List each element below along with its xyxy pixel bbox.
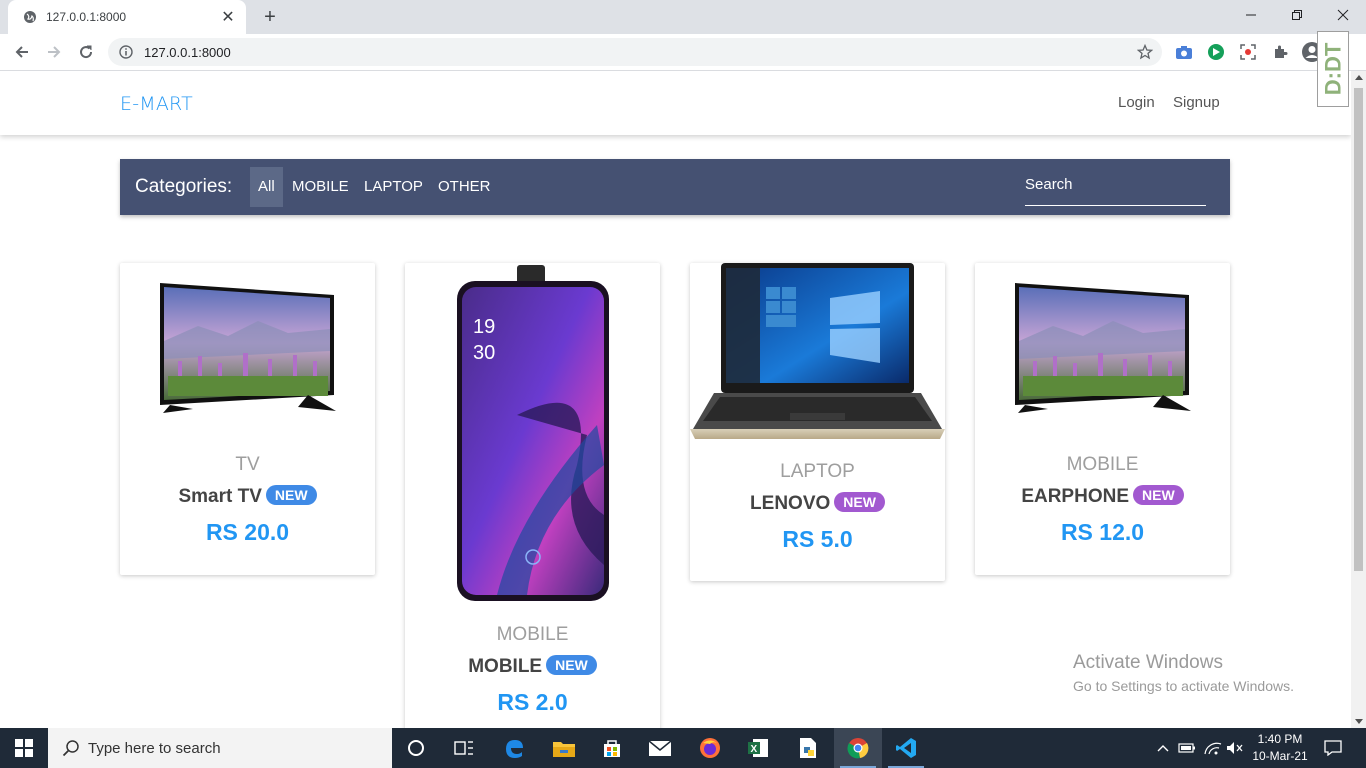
product-name: MOBILE	[468, 656, 543, 677]
reload-icon[interactable]	[72, 38, 100, 66]
product-name-row: Smart TV NEW	[120, 484, 375, 508]
product-category: MOBILE	[496, 624, 569, 645]
chrome-icon[interactable]	[834, 728, 882, 768]
product-price: RS 2.0	[497, 689, 568, 715]
product-category: MOBILE	[1066, 454, 1139, 475]
login-link[interactable]: Login	[1118, 94, 1155, 111]
tv-image[interactable]	[1013, 281, 1195, 421]
close-window-icon[interactable]	[1320, 0, 1366, 30]
watermark-title: Activate Windows	[1073, 652, 1223, 673]
url-text: 127.0.0.1:8000	[144, 44, 231, 60]
search-icon	[62, 740, 79, 757]
product-card[interactable]: LAPTOP LENOVO NEW RS 5.0	[690, 263, 945, 581]
product-category: TV	[235, 454, 260, 475]
laptop-image[interactable]	[690, 263, 945, 446]
search-input[interactable]	[1025, 176, 1206, 193]
site-navbar: E-MART Login Signup	[0, 71, 1351, 135]
product-card[interactable]: MOBILE EARPHONE NEW RS 12.0	[975, 263, 1230, 575]
scrollbar-thumb[interactable]	[1354, 88, 1363, 571]
category-mobile[interactable]: MOBILE	[284, 167, 357, 207]
category-laptop[interactable]: LAPTOP	[356, 167, 431, 207]
page-viewport: E-MART Login Signup Categories: All MOBI…	[0, 71, 1351, 728]
ddt-extension-badge[interactable]: D:DT	[1317, 31, 1349, 107]
scroll-down-icon[interactable]	[1355, 719, 1363, 724]
browser-tabstrip: 127.0.0.1:8000 ✕ +	[0, 0, 1366, 34]
activate-windows-watermark: Activate Windows Go to Settings to activ…	[1073, 652, 1294, 694]
taskbar-search-placeholder: Type here to search	[88, 739, 221, 757]
windows-start-icon[interactable]	[0, 728, 48, 768]
taskbar-search[interactable]: Type here to search	[48, 728, 392, 768]
windows-taskbar: Type here to search X 1:40 PM 10-Mar-21	[0, 728, 1366, 768]
restore-icon[interactable]	[1274, 0, 1320, 30]
forward-icon[interactable]	[40, 38, 68, 66]
address-bar[interactable]: 127.0.0.1:8000	[108, 38, 1162, 66]
wifi-icon[interactable]	[1202, 728, 1224, 768]
bookmark-star-icon[interactable]	[1136, 43, 1154, 61]
new-badge: NEW	[834, 491, 885, 512]
svg-text:19: 19	[473, 316, 495, 338]
clock-date: 10-Mar-21	[1252, 749, 1308, 763]
product-name-row: MOBILE NEW	[405, 654, 660, 678]
edge-icon[interactable]	[490, 728, 538, 768]
tv-image[interactable]	[158, 281, 340, 421]
product-card[interactable]: TV Smart TV NEW RS 20.0	[120, 263, 375, 575]
taskbar-clock[interactable]: 1:40 PM 10-Mar-21	[1244, 731, 1316, 765]
search-box	[1025, 174, 1206, 206]
ddt-label: D:DT	[1320, 42, 1346, 96]
category-all[interactable]: All	[250, 167, 283, 207]
excel-icon[interactable]: X	[734, 728, 782, 768]
brand-logo[interactable]: E-MART	[120, 93, 193, 115]
python-file-icon[interactable]	[784, 728, 832, 768]
page-scrollbar[interactable]	[1351, 71, 1366, 728]
product-name: Smart TV	[178, 486, 262, 507]
mail-icon[interactable]	[636, 728, 684, 768]
show-hidden-icons-icon[interactable]	[1154, 728, 1172, 768]
notifications-icon[interactable]	[1318, 728, 1348, 768]
minimize-icon[interactable]	[1228, 0, 1274, 30]
browser-toolbar: 127.0.0.1:8000	[0, 34, 1366, 71]
grammar-extension-icon[interactable]	[1206, 42, 1226, 62]
product-category: LAPTOP	[780, 461, 855, 482]
phone-image[interactable]: 19 30	[457, 265, 609, 606]
category-bar: Categories: All MOBILE LAPTOP OTHER	[120, 159, 1230, 215]
file-explorer-icon[interactable]	[540, 728, 588, 768]
screen-capture-icon[interactable]	[1238, 42, 1258, 62]
firefox-icon[interactable]	[686, 728, 734, 768]
camera-extension-icon[interactable]	[1174, 42, 1194, 62]
browser-tab[interactable]: 127.0.0.1:8000 ✕	[8, 0, 246, 34]
product-price: RS 20.0	[205, 519, 290, 545]
new-badge: NEW	[265, 484, 317, 505]
watermark-subtitle: Go to Settings to activate Windows.	[1073, 678, 1294, 694]
product-name: LENOVO	[750, 493, 831, 514]
clock-time: 1:40 PM	[1257, 732, 1303, 746]
new-badge: NEW	[1133, 484, 1184, 505]
svg-text:X: X	[751, 744, 758, 755]
back-icon[interactable]	[8, 38, 36, 66]
product-name-row: EARPHONE NEW	[975, 484, 1230, 508]
new-badge: NEW	[546, 654, 597, 675]
store-icon[interactable]	[588, 728, 636, 768]
new-tab-icon[interactable]: +	[258, 6, 282, 28]
product-price: RS 12.0	[1060, 519, 1145, 545]
tab-title: 127.0.0.1:8000	[46, 10, 127, 24]
info-icon[interactable]	[118, 44, 134, 60]
category-other[interactable]: OTHER	[430, 167, 499, 207]
product-name-row: LENOVO NEW	[690, 491, 945, 515]
signup-link[interactable]: Signup	[1173, 94, 1220, 111]
categories-title: Categories:	[135, 176, 233, 197]
battery-icon[interactable]	[1176, 728, 1198, 768]
extensions-puzzle-icon[interactable]	[1270, 42, 1290, 62]
scroll-up-icon[interactable]	[1355, 75, 1363, 80]
svg-text:30: 30	[473, 342, 495, 364]
task-view-icon[interactable]	[440, 728, 488, 768]
product-name: EARPHONE	[1021, 486, 1129, 507]
cortana-icon[interactable]	[392, 728, 440, 768]
product-price: RS 5.0	[782, 526, 853, 552]
vscode-icon[interactable]	[882, 728, 930, 768]
globe-icon	[22, 9, 38, 25]
product-card[interactable]: 19 30 MOBILE MOBILE NEW RS 2.0	[405, 263, 660, 728]
close-tab-icon[interactable]: ✕	[220, 9, 236, 26]
volume-muted-icon[interactable]	[1224, 728, 1246, 768]
